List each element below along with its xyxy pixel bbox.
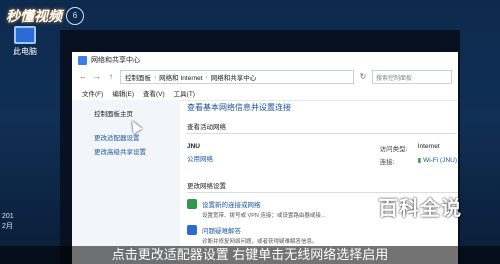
divider <box>187 133 457 134</box>
title-bar: 网络和共享中心 <box>72 52 458 68</box>
network-icon <box>78 55 87 65</box>
video-subtitle: 点击更改适配器设置 右键单击无线网络选择启用 <box>0 246 500 264</box>
watermark-logo: 秒懂视频 <box>6 9 62 25</box>
menu-bar: 文件(F) 编辑(E) 查看(V) 工具(T) <box>72 86 458 101</box>
brand-title: 百科全说 <box>378 198 462 220</box>
breadcrumb-item[interactable]: 网络和共享中心 <box>211 72 257 82</box>
main-content: 查看基本网络信息并设置连接 查看活动网络 JNU 公用网络 访问类型: Inte… <box>187 100 457 264</box>
sidebar-change-adapter-settings[interactable]: 更改适配器设置 <box>94 132 180 142</box>
refresh-icon[interactable]: ↻ <box>358 72 368 82</box>
breadcrumb[interactable]: 控制面板 › 网络和 Internet › 网络和共享中心 <box>120 70 354 84</box>
task-description: 设置宽带、拨号或 VPN 连接；或设置路由器或接... <box>202 213 326 219</box>
computer-icon <box>14 26 36 44</box>
menu-edit[interactable]: 编辑(E) <box>112 88 134 98</box>
address-bar: ← → ↑ 控制面板 › 网络和 Internet › 网络和共享中心 ↻ 搜索… <box>72 68 458 86</box>
window-title: 网络和共享中心 <box>91 57 140 64</box>
wifi-icon: ▮ <box>417 157 422 164</box>
watermark: 秒懂视频 6 <box>6 6 84 26</box>
network-name: JNU <box>187 143 201 150</box>
menu-file[interactable]: 文件(F) <box>82 88 103 98</box>
breadcrumb-item[interactable]: 网络和 Internet <box>159 72 202 82</box>
search-input[interactable]: 搜索控制面板 <box>372 70 452 84</box>
desktop-icon-label: 此电脑 <box>13 47 37 56</box>
sidebar: 控制面板主页 更改适配器设置 更改高级共享设置 <box>72 100 180 264</box>
wifi-connection-link[interactable]: ▮ Wi-Fi (JNU) <box>418 156 457 166</box>
active-network-row: JNU 公用网络 访问类型: Internet 连接: ▮ Wi-Fi (JNU… <box>187 143 457 166</box>
watermark-badge: 6 <box>66 7 84 25</box>
chevron-right-icon: › <box>205 73 208 81</box>
forward-arrow-icon[interactable]: → <box>92 72 102 82</box>
page-title: 查看基本网络信息并设置连接 <box>187 103 291 112</box>
brand-overlay: 百科全说 助你轻松解决 <box>378 192 462 239</box>
access-type-label: 访问类型: <box>379 146 408 153</box>
brand-slogan: 助你轻松解决 <box>387 226 453 238</box>
troubleshoot-icon <box>187 225 197 235</box>
new-connection-icon <box>187 199 197 209</box>
chevron-right-icon: › <box>154 73 157 81</box>
connection-label: 连接: <box>379 159 395 166</box>
desktop-left-text: 201 2月 <box>2 212 14 232</box>
menu-view[interactable]: 查看(V) <box>143 88 165 98</box>
sidebar-change-advanced-sharing[interactable]: 更改高级共享设置 <box>94 146 180 156</box>
wifi-connection-text: Wi-Fi (JNU) <box>423 157 457 164</box>
video-frame: 秒懂视频 6 此电脑 201 2月 网络和共享中心 ← → ↑ 控制面板 › 网… <box>0 0 500 264</box>
task-title[interactable]: 设置新的连接或网络 <box>202 199 325 209</box>
task-description: 诊断并修复网络问题，或者获得疑难解答信息。 <box>202 239 318 245</box>
up-arrow-icon[interactable]: ↑ <box>106 72 116 82</box>
change-settings-label: 更改网络设置 <box>187 183 226 190</box>
task-title[interactable]: 问题疑难解答 <box>202 225 318 235</box>
network-type-link[interactable]: 公用网络 <box>187 153 213 163</box>
desktop-text-1: 201 <box>2 213 14 220</box>
active-networks-label: 查看活动网络 <box>187 124 226 131</box>
desktop-text-2: 2月 <box>2 223 13 230</box>
back-arrow-icon[interactable]: ← <box>78 72 88 82</box>
desktop-this-pc-icon[interactable]: 此电脑 <box>7 26 43 66</box>
breadcrumb-item[interactable]: 控制面板 <box>125 72 151 82</box>
sidebar-control-panel-home[interactable]: 控制面板主页 <box>94 108 180 118</box>
access-type-value: Internet <box>417 143 440 150</box>
menu-tools[interactable]: 工具(T) <box>174 88 195 98</box>
network-details: 访问类型: Internet 连接: ▮ Wi-Fi (JNU) <box>380 143 457 166</box>
